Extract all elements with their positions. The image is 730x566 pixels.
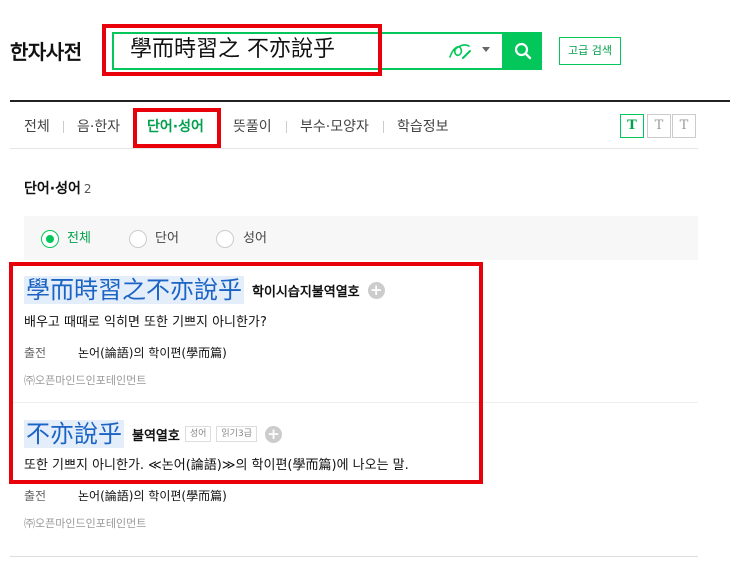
filter-word-radio[interactable]: [129, 230, 147, 248]
search-highlight-box: [102, 24, 382, 76]
filter-idiom-label[interactable]: 성어: [243, 230, 267, 248]
tab-meaning[interactable]: 뜻풀이: [233, 108, 272, 146]
header-divider: [10, 100, 730, 102]
filter-all-label[interactable]: 전체: [67, 230, 91, 248]
font-size-medium-button[interactable]: T: [647, 114, 671, 138]
section-divider: [10, 556, 698, 557]
font-size-large-button[interactable]: T: [620, 114, 644, 138]
filter-all-radio[interactable]: [41, 230, 59, 248]
tab-bar: 전체 음·한자 단어·성어 뜻풀이 부수·모양자 학습정보: [10, 108, 698, 148]
filter-idiom-radio[interactable]: [216, 230, 234, 248]
entry-source: 논어(論語)의 학이편(學而篇): [78, 489, 227, 503]
tab-study-info[interactable]: 학습정보: [397, 108, 449, 146]
tab-highlight-box: [133, 108, 221, 148]
tab-sound-hanja[interactable]: 음·한자: [77, 108, 120, 146]
section-title-label: 단어·성어: [24, 181, 81, 197]
section-title: 단어·성어 2: [24, 178, 91, 198]
advanced-search-button[interactable]: 고급 검색: [559, 37, 621, 65]
app-title[interactable]: 한자사전: [10, 36, 82, 65]
search-button[interactable]: [503, 32, 542, 70]
result-count: 2: [83, 182, 92, 196]
handwriting-input-icon[interactable]: [447, 40, 473, 62]
tab-radical-shape[interactable]: 부수·모양자: [300, 108, 369, 146]
entry-provider: ㈜오픈마인드인포테인먼트: [24, 517, 147, 530]
tab-all[interactable]: 전체: [24, 108, 50, 146]
filter-bar: 전체 단어 성어: [24, 216, 698, 260]
chevron-down-icon[interactable]: [482, 47, 490, 52]
entry-source-label: 출전: [24, 489, 47, 503]
font-size-small-button[interactable]: T: [672, 114, 696, 138]
tab-divider: [383, 121, 384, 133]
tab-divider: [286, 121, 287, 133]
tab-divider: [63, 121, 64, 133]
filter-word-label[interactable]: 단어: [155, 230, 179, 248]
results-highlight-box: [9, 262, 483, 484]
tab-divider-line: [10, 148, 698, 149]
search-icon: [514, 42, 532, 60]
